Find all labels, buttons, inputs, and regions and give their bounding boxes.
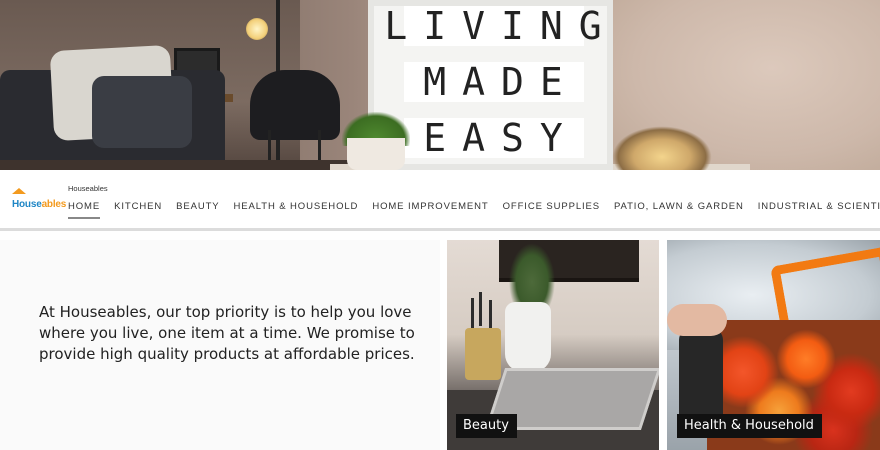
lightbox-row-3: E A S Y <box>404 116 584 160</box>
lightbox-letter: V <box>462 4 487 48</box>
hero-lamp-icon <box>246 18 268 40</box>
lightbox-letter: G <box>578 4 604 48</box>
nav-item-home[interactable]: HOME <box>68 201 101 219</box>
nav-item-home-improvement[interactable]: HOME IMPROVEMENT <box>372 201 488 219</box>
beauty-brush <box>479 292 482 326</box>
lightbox-letter: Y <box>539 116 565 160</box>
category-tile-beauty[interactable]: Beauty <box>447 240 659 450</box>
lightbox-letter: L <box>384 4 410 48</box>
beauty-brush-cup <box>465 328 501 380</box>
nav-item-health-household[interactable]: HEALTH & HOUSEHOLD <box>234 201 359 219</box>
nav-menu: HOME KITCHEN BEAUTY HEALTH & HOUSEHOLD H… <box>68 201 880 219</box>
hero-plant-pot <box>347 138 405 170</box>
hero-chair <box>250 70 340 140</box>
category-tile-health-household[interactable]: Health & Household <box>667 240 880 450</box>
navbar-divider <box>0 228 880 231</box>
nav-item-industrial-scientific[interactable]: INDUSTRIAL & SCIENTIFIC <box>758 201 880 219</box>
lightbox-letter: E <box>539 60 565 104</box>
lightbox-letter: N <box>539 4 565 48</box>
lightbox-letter: D <box>501 60 526 104</box>
mission-panel: At Houseables, our top priority is to he… <box>0 240 440 450</box>
nav-item-office-supplies[interactable]: OFFICE SUPPLIES <box>503 201 600 219</box>
hero-pillow-gray <box>92 76 192 148</box>
logo-text-part1: House <box>12 199 42 210</box>
lightbox-letter: A <box>462 60 487 104</box>
lightbox-letter: E <box>423 116 449 160</box>
lightbox-row-1: L I V I N G <box>384 4 601 48</box>
tile-label-health-household: Health & Household <box>677 414 822 438</box>
nav-item-patio-lawn-garden[interactable]: PATIO, LAWN & GARDEN <box>614 201 744 219</box>
beauty-vase <box>505 302 551 372</box>
lightbox-letter: I <box>501 4 526 48</box>
tile-label-beauty: Beauty <box>456 414 517 438</box>
lightbox-letter: I <box>423 4 449 48</box>
lightbox-letter: S <box>501 116 526 160</box>
nav-item-beauty[interactable]: BEAUTY <box>176 201 219 219</box>
lightbox-letter: M <box>423 60 449 104</box>
brand-name: Houseables <box>68 184 108 193</box>
brand-logo[interactable]: Houseables <box>12 188 66 210</box>
beauty-plant <box>507 240 557 310</box>
mission-text: At Houseables, our top priority is to he… <box>39 303 415 363</box>
beauty-brush <box>471 298 474 332</box>
logo-text: Houseables <box>12 199 66 210</box>
logo-roof-icon <box>12 188 26 194</box>
logo-text-part2: ables <box>41 199 67 210</box>
health-hand <box>667 304 727 336</box>
nav-item-kitchen[interactable]: KITCHEN <box>114 201 162 219</box>
lightbox-letter: A <box>462 116 487 160</box>
hero-banner: L I V I N G M A D E E A S Y <box>0 0 880 170</box>
store-navbar: Houseables Houseables HOME KITCHEN BEAUT… <box>0 171 880 229</box>
lightbox-row-2: M A D E <box>404 60 584 104</box>
hero-lotus-candle <box>612 126 712 170</box>
hero-floor <box>0 160 360 170</box>
